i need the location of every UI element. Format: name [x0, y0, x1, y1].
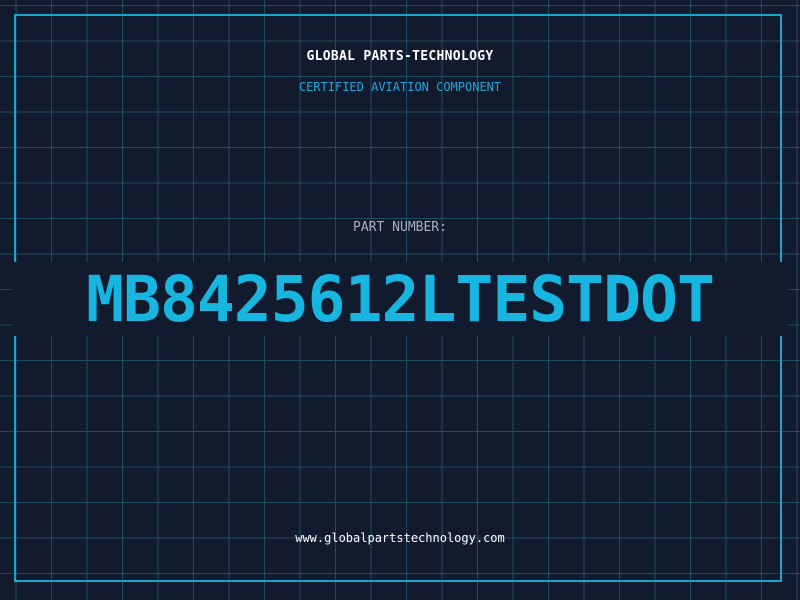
website-url: www.globalpartstechnology.com: [295, 531, 505, 545]
part-number-value: MB8425612LTESTDOT: [86, 262, 715, 336]
label-canvas: GLOBAL PARTS-TECHNOLOGY CERTIFIED AVIATI…: [0, 0, 800, 600]
brand-subtitle: CERTIFIED AVIATION COMPONENT: [298, 80, 502, 94]
brand-title: GLOBAL PARTS-TECHNOLOGY: [306, 49, 494, 64]
part-number-label: PART NUMBER:: [353, 220, 447, 235]
